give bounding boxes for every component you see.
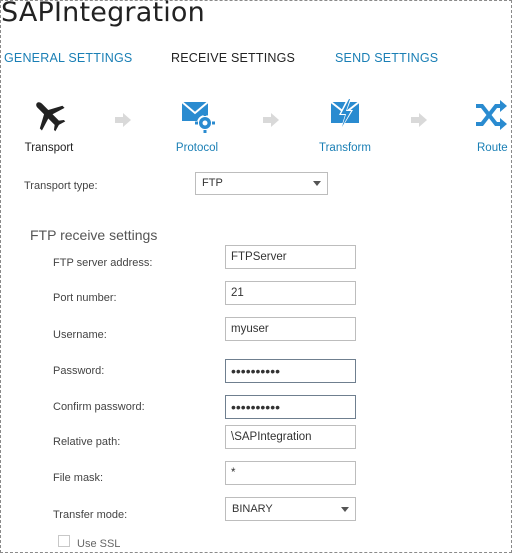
- airplane-icon: [9, 93, 89, 137]
- file-mask-input[interactable]: *: [225, 461, 356, 485]
- step-transform[interactable]: Transform: [305, 93, 385, 154]
- use-ssl-checkbox[interactable]: [58, 535, 70, 547]
- username-label: Username:: [53, 329, 107, 341]
- shuffle-icon: [452, 93, 510, 137]
- tab-receive-settings[interactable]: RECEIVE SETTINGS: [171, 51, 295, 65]
- relative-path-label: Relative path:: [53, 436, 121, 448]
- port-number-input[interactable]: 21: [225, 281, 356, 305]
- chevron-down-icon: [313, 181, 321, 186]
- step-arrow-icon: [263, 113, 279, 127]
- step-transport[interactable]: Transport: [9, 93, 89, 154]
- password-input[interactable]: ••••••••••: [225, 359, 356, 383]
- step-label-transport: Transport: [24, 142, 74, 154]
- step-arrow-icon: [115, 113, 131, 127]
- confirm-password-label: Confirm password:: [53, 401, 145, 413]
- tab-send-settings[interactable]: SEND SETTINGS: [335, 51, 438, 65]
- password-label: Password:: [53, 365, 105, 377]
- envelope-lightning-icon: [305, 93, 385, 137]
- step-route[interactable]: Route: [452, 93, 510, 154]
- transport-type-select[interactable]: FTP: [195, 172, 328, 195]
- step-protocol[interactable]: Protocol: [157, 93, 237, 154]
- step-label-route: Route: [477, 142, 508, 154]
- relative-path-input[interactable]: \SAPIntegration: [225, 425, 356, 449]
- envelope-gear-icon: [157, 93, 237, 137]
- transfer-mode-value: BINARY: [232, 503, 273, 515]
- transport-type-value: FTP: [202, 177, 223, 189]
- username-input[interactable]: myuser: [225, 317, 356, 341]
- page-title: SAPIntegration: [1, 0, 205, 28]
- ftp-server-input[interactable]: FTPServer: [225, 245, 356, 269]
- file-mask-label: File mask:: [53, 472, 104, 484]
- tab-general-settings[interactable]: GENERAL SETTINGS: [4, 51, 132, 65]
- port-number-label: Port number:: [53, 292, 117, 304]
- transport-type-label: Transport type:: [24, 180, 98, 192]
- ftp-section-title: FTP receive settings: [30, 227, 158, 243]
- transfer-mode-label: Transfer mode:: [53, 509, 128, 521]
- transfer-mode-select[interactable]: BINARY: [225, 497, 356, 521]
- confirm-password-input[interactable]: ••••••••••: [225, 395, 356, 419]
- use-ssl-label: Use SSL: [77, 538, 121, 550]
- step-label-transform: Transform: [319, 142, 371, 154]
- ftp-server-label: FTP server address:: [53, 257, 153, 269]
- step-arrow-icon: [411, 113, 427, 127]
- chevron-down-icon: [341, 507, 349, 512]
- step-label-protocol: Protocol: [175, 142, 219, 154]
